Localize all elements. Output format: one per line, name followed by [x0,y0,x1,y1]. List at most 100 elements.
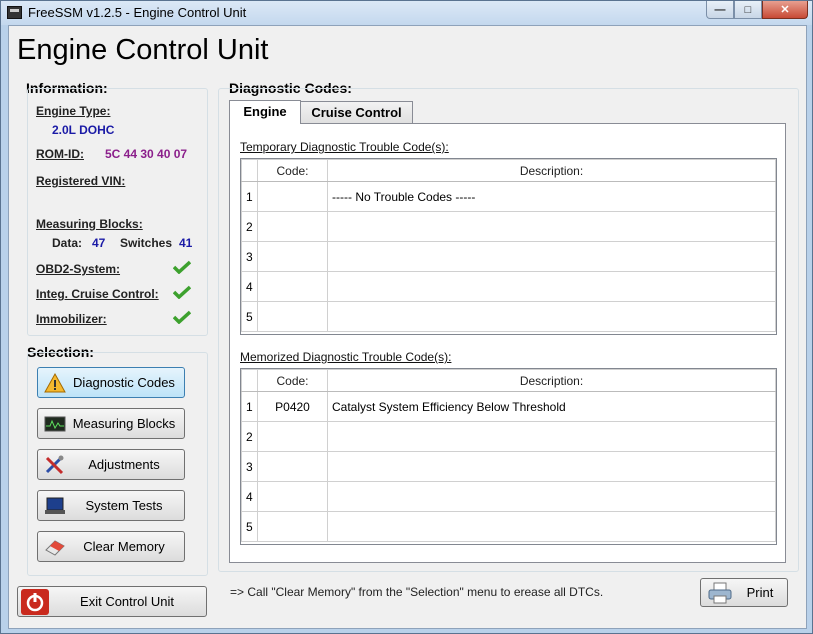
clear-memory-hint: => Call "Clear Memory" from the "Selecti… [230,585,604,599]
adjustments-button[interactable]: Adjustments [37,449,185,480]
engine-type-label: Engine Type: [36,104,111,118]
table-header-row: Code: Description: [241,369,776,392]
memorized-codes-table[interactable]: Code: Description: 1 P0420 Catalyst System… [241,369,776,542]
vin-label: Registered VIN: [36,174,126,188]
num-column-header [241,369,258,392]
exit-control-unit-button[interactable]: Exit Control Unit [17,586,207,617]
tab-cruise-control[interactable]: Cruise Control [300,101,413,123]
row-number: 3 [241,451,258,482]
dtc-code [257,181,328,212]
row-number: 1 [241,181,258,212]
dtc-code [257,211,328,242]
dtc-description: Catalyst System Efficiency Below Thresho… [327,391,776,422]
memorized-codes-title: Memorized Diagnostic Trouble Code(s): [240,350,452,364]
table-row[interactable]: 2 [241,211,776,242]
dtc-description [327,511,776,542]
description-column-header: Description: [327,159,776,182]
close-button[interactable]: ✕ [762,1,808,19]
data-label: Data: [52,236,83,250]
table-row[interactable]: 5 [241,511,776,542]
engine-type-value: 2.0L DOHC [52,123,115,137]
dtc-description [327,481,776,512]
dtc-code [257,481,328,512]
client-area: Engine Control Unit Information: Engine … [8,25,807,629]
dtc-code [257,301,328,332]
window-title: FreeSSM v1.2.5 - Engine Control Unit [28,5,247,20]
system-tests-button[interactable]: System Tests [37,490,185,521]
measuring-blocks-label: Measuring Blocks: [36,217,143,231]
row-number: 5 [241,301,258,332]
page-title: Engine Control Unit [17,34,269,66]
description-column-header: Description: [327,369,776,392]
temporary-codes-title: Temporary Diagnostic Trouble Code(s): [240,140,449,154]
dtc-code: P0420 [257,391,328,422]
diagnostic-codes-button[interactable]: Diagnostic Codes [37,367,185,398]
immobilizer-check-icon [173,310,191,324]
clear-memory-label: Clear Memory [83,539,165,554]
print-button[interactable]: Print [700,578,788,607]
dtc-code [257,241,328,272]
temporary-codes-table-frame: Code: Description: 1 ----- No Trouble Cod… [240,158,777,335]
dtc-description [327,451,776,482]
app-icon [7,6,22,19]
table-row[interactable]: 3 [241,451,776,482]
dtc-code [257,421,328,452]
warning-icon [44,373,66,393]
measuring-blocks-label: Measuring Blocks [72,416,176,431]
diagnostic-codes-label: Diagnostic Codes [73,375,175,390]
adjustments-label: Adjustments [88,457,160,472]
dtc-description [327,271,776,302]
dtc-description [327,211,776,242]
exit-control-unit-label: Exit Control Unit [80,594,174,609]
printer-icon [708,582,732,604]
temporary-codes-table[interactable]: Code: Description: 1 ----- No Trouble Cod… [241,159,776,332]
switches-label: Switches [120,236,173,250]
code-column-header: Code: [257,159,328,182]
dtc-code [257,271,328,302]
switches-value: 41 [179,236,193,250]
row-number: 2 [241,421,258,452]
table-row[interactable]: 4 [241,271,776,302]
table-row[interactable]: 4 [241,481,776,512]
obd2-label: OBD2-System: [36,262,121,276]
dtc-description [327,421,776,452]
dtc-code [257,511,328,542]
obd2-check-icon [173,260,191,274]
row-number: 4 [241,481,258,512]
cruise-control-label: Integ. Cruise Control: [36,287,159,301]
dtc-description: ----- No Trouble Codes ----- [327,181,776,212]
num-column-header [241,159,258,182]
maximize-button[interactable]: □ [734,1,762,19]
measuring-blocks-button[interactable]: Measuring Blocks [37,408,185,439]
rom-id-value: 5C 44 30 40 07 [105,147,188,161]
power-icon [21,589,49,615]
print-label: Print [746,585,774,600]
table-row[interactable]: 3 [241,241,776,272]
row-number: 2 [241,211,258,242]
row-number: 5 [241,511,258,542]
table-row[interactable]: 2 [241,421,776,452]
window-controls: — □ ✕ [706,1,808,19]
table-row[interactable]: 5 [241,301,776,332]
table-header-row: Code: Description: [241,159,776,182]
cruise-check-icon [173,285,191,299]
row-number: 4 [241,271,258,302]
memorized-codes-table-frame: Code: Description: 1 P0420 Catalyst System… [240,368,777,545]
immobilizer-label: Immobilizer: [36,312,107,326]
data-value: 47 [92,236,106,250]
system-tests-label: System Tests [85,498,163,513]
table-row[interactable]: 1 ----- No Trouble Codes ----- [241,181,776,212]
table-row[interactable]: 1 P0420 Catalyst System Efficiency Below T… [241,391,776,422]
clear-memory-button[interactable]: Clear Memory [37,531,185,562]
minimize-button[interactable]: — [706,1,734,19]
dtc-code [257,451,328,482]
oscilloscope-icon [44,416,66,432]
dtc-description [327,241,776,272]
laptop-icon [45,497,65,514]
code-column-header: Code: [257,369,328,392]
title-bar[interactable]: FreeSSM v1.2.5 - Engine Control Unit — □… [1,1,812,25]
rom-id-label: ROM-ID: [36,147,84,161]
dtc-description [327,301,776,332]
tab-engine[interactable]: Engine [229,100,301,124]
tools-icon [45,455,64,475]
